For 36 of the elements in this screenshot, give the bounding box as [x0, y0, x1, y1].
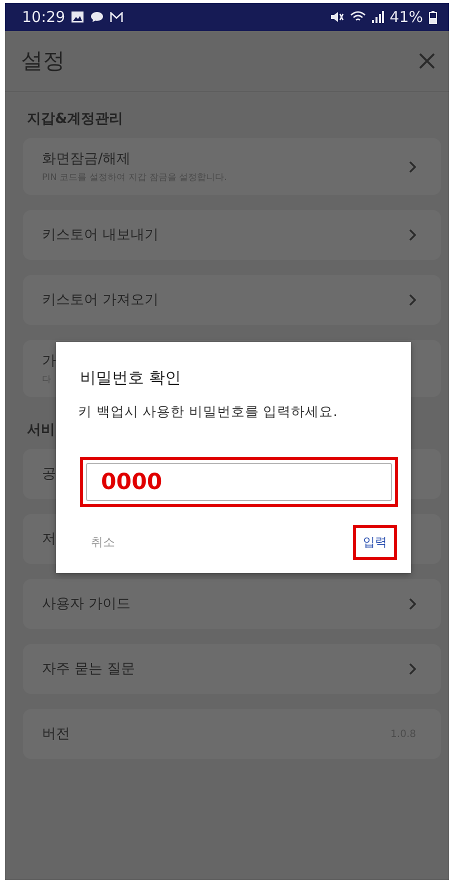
battery-percent: 41%	[390, 8, 423, 26]
dialog-title: 비밀번호 확인	[80, 368, 182, 389]
item-label: 자주 묻는 질문	[42, 660, 135, 678]
section-header: 서비	[26, 421, 55, 440]
item-label: 화면잠금/해제	[42, 150, 131, 168]
dialog-message: 키 백업시 사용한 비밀번호를 입력하세요.	[78, 403, 338, 421]
page-title: 설정	[21, 48, 65, 76]
chevron-right-icon	[409, 229, 416, 241]
section-header: 지갑&계정관리	[26, 110, 124, 129]
settings-item[interactable]: 사용자 가이드	[23, 579, 441, 629]
chat-icon	[90, 11, 104, 23]
item-label: 버전	[42, 725, 70, 743]
confirm-button[interactable]: 입력	[353, 525, 397, 560]
settings-item[interactable]: 자주 묻는 질문	[23, 644, 441, 694]
chevron-right-icon	[409, 598, 416, 610]
item-label: 가	[42, 352, 56, 370]
chevron-right-icon	[409, 294, 416, 306]
mute-icon	[330, 11, 344, 23]
settings-item[interactable]: 키스토어 내보내기	[23, 210, 441, 260]
item-label: 키스토어 가져오기	[42, 291, 158, 309]
settings-item[interactable]: 키스토어 가져오기	[23, 275, 441, 325]
item-label: 사용자 가이드	[42, 595, 130, 613]
close-icon[interactable]	[419, 53, 435, 69]
clock: 10:29	[22, 8, 66, 26]
cancel-button[interactable]: 취소	[81, 525, 125, 560]
password-field[interactable]: 0000	[86, 463, 392, 501]
chevron-right-icon	[409, 663, 416, 675]
battery-icon	[429, 10, 437, 24]
item-label: 공	[42, 465, 56, 483]
mail-icon	[110, 12, 124, 22]
wifi-icon	[350, 11, 366, 23]
image-icon	[71, 11, 84, 23]
signal-icon	[372, 11, 384, 23]
item-label: 키스토어 내보내기	[42, 226, 158, 244]
item-label: 저	[42, 530, 56, 548]
chevron-right-icon	[409, 160, 416, 172]
